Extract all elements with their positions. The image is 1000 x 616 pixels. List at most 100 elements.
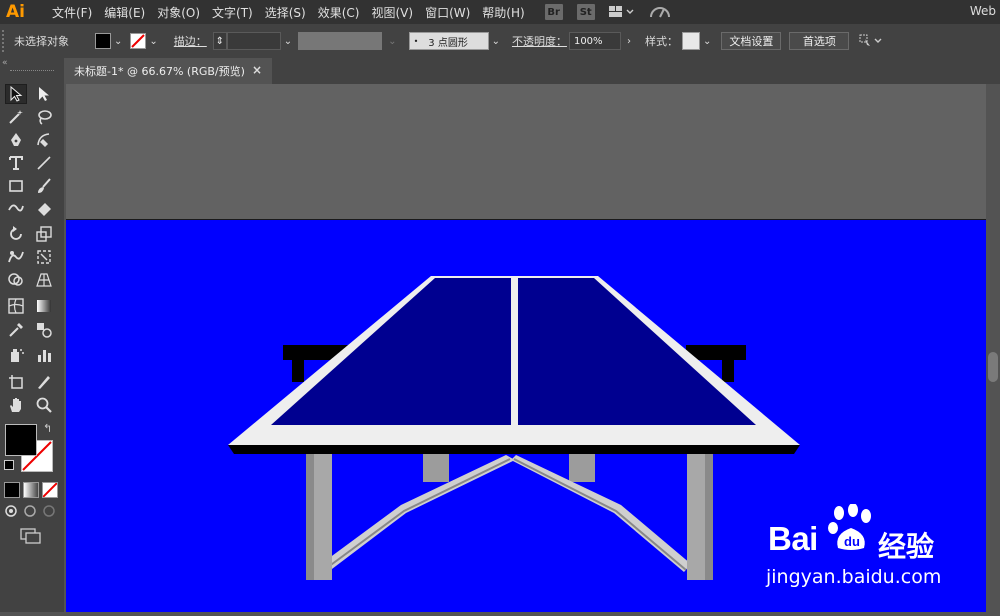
brush-dropdown-icon[interactable]: ⌄ <box>492 36 500 47</box>
fill-swatch[interactable] <box>95 33 111 49</box>
default-colors-icon[interactable] <box>4 460 14 470</box>
watermark-url: jingyan.baidu.com <box>766 566 942 588</box>
collapse-panel-icon[interactable]: « <box>2 58 8 68</box>
tools-panel: « ↰ <box>0 58 64 612</box>
close-tab-icon[interactable]: × <box>252 63 262 77</box>
control-bar: 未选择对象 ⌄ ⌄ 描边： ⇕ ⌄ ⌄ • 3 点圆形 ⌄ 不透明度： 100%… <box>0 24 1000 59</box>
fill-color-box[interactable] <box>5 424 37 456</box>
brush-definition-value: 3 点圆形 <box>428 37 468 49</box>
pen-tool-icon[interactable] <box>5 130 27 150</box>
selection-tool-icon[interactable] <box>5 84 27 104</box>
perspective-grid-tool-icon[interactable] <box>33 270 55 290</box>
stroke-label[interactable]: 描边： <box>174 33 207 49</box>
stroke-weight-stepper[interactable]: ⇕ <box>212 32 227 50</box>
free-transform-tool-icon[interactable] <box>33 247 55 267</box>
gradient-mode-icon[interactable] <box>23 482 39 498</box>
slice-tool-icon[interactable] <box>33 372 55 392</box>
panel-grip[interactable] <box>2 30 10 52</box>
swap-fill-stroke-icon[interactable]: ↰ <box>43 422 52 435</box>
rectangle-tool-icon[interactable] <box>5 176 27 196</box>
type-tool-icon[interactable] <box>5 153 27 173</box>
zoom-tool-icon[interactable] <box>33 395 55 415</box>
profile-dropdown-icon[interactable]: ⌄ <box>388 36 396 47</box>
curvature-tool-icon[interactable] <box>33 130 55 150</box>
menu-effect[interactable]: 效果(C) <box>312 4 366 21</box>
stroke-weight-dropdown-icon[interactable]: ⌄ <box>284 36 292 47</box>
gpu-performance-icon[interactable] <box>649 4 671 20</box>
style-label: 样式： <box>644 35 678 48</box>
magic-wand-tool-icon[interactable] <box>5 107 27 127</box>
menu-help[interactable]: 帮助(H) <box>476 4 530 21</box>
stroke-weight-input[interactable] <box>226 32 281 50</box>
menu-window[interactable]: 窗口(W) <box>419 4 476 21</box>
lasso-tool-icon[interactable] <box>33 107 55 127</box>
table-apron <box>228 445 800 454</box>
gradient-tool-icon[interactable] <box>33 296 55 316</box>
draw-normal-icon[interactable] <box>4 504 18 518</box>
vertical-scrollbar[interactable] <box>986 84 1000 612</box>
draw-behind-icon[interactable] <box>23 504 37 518</box>
document-setup-button[interactable]: 文档设置 <box>721 32 782 50</box>
stroke-dropdown-icon[interactable]: ⌄ <box>149 36 157 47</box>
opacity-arrow-icon[interactable]: › <box>627 36 631 47</box>
opacity-input[interactable]: 100% <box>568 32 621 50</box>
stock-button[interactable]: St <box>576 4 595 20</box>
arrange-documents-icon[interactable] <box>608 5 635 19</box>
graphic-style-swatch[interactable] <box>681 32 700 50</box>
eyedropper-tool-icon[interactable] <box>5 320 27 340</box>
hand-tool-icon[interactable] <box>5 395 27 415</box>
artboard-tool-icon[interactable] <box>5 372 27 392</box>
opacity-label[interactable]: 不透明度： <box>512 33 567 49</box>
baidu-watermark: Bai du 经验 jingyan.baidu.com <box>762 500 982 600</box>
workspace-switcher[interactable]: Web <box>970 4 996 18</box>
menu-bar: Ai 文件(F) 编辑(E) 对象(O) 文字(T) 选择(S) 效果(C) 视… <box>0 0 1000 24</box>
fill-dropdown-icon[interactable]: ⌄ <box>114 36 122 47</box>
back-right-leg <box>569 454 595 482</box>
tools-grip[interactable] <box>10 70 54 73</box>
direct-selection-tool-icon[interactable] <box>33 84 55 104</box>
style-dropdown-icon[interactable]: ⌄ <box>703 36 711 47</box>
back-left-leg <box>423 454 449 482</box>
variable-width-profile[interactable] <box>298 32 383 50</box>
shape-builder-tool-icon[interactable] <box>5 270 27 290</box>
rotate-tool-icon[interactable] <box>5 224 27 244</box>
document-tab-bar: 未标题-1* @ 66.67% (RGB/预览) × <box>66 58 1000 84</box>
menu-type[interactable]: 文字(T) <box>206 4 259 21</box>
column-graph-tool-icon[interactable] <box>33 345 55 365</box>
blend-tool-icon[interactable] <box>33 320 55 340</box>
screen-mode-icon[interactable] <box>20 528 42 544</box>
warp-tool-icon[interactable] <box>5 247 27 267</box>
line-segment-tool-icon[interactable] <box>33 153 55 173</box>
left-brace <box>321 455 515 572</box>
stroke-swatch[interactable] <box>130 33 147 49</box>
menu-select[interactable]: 选择(S) <box>259 4 312 21</box>
mesh-tool-icon[interactable] <box>5 296 27 316</box>
symbol-sprayer-tool-icon[interactable] <box>5 345 27 365</box>
menu-object[interactable]: 对象(O) <box>151 4 206 21</box>
scroll-thumb[interactable] <box>988 352 998 382</box>
baidu-paw-icon: du <box>828 504 871 550</box>
preferences-button[interactable]: 首选项 <box>789 32 850 50</box>
shaper-tool-icon[interactable] <box>5 199 27 219</box>
bridge-button[interactable]: Br <box>544 4 563 20</box>
app-logo: Ai <box>6 2 25 22</box>
menu-edit[interactable]: 编辑(E) <box>98 4 151 21</box>
paintbrush-tool-icon[interactable] <box>33 176 55 196</box>
brush-dot-icon: • <box>413 36 419 46</box>
none-mode-icon[interactable] <box>42 482 58 498</box>
eraser-tool-icon[interactable] <box>33 199 55 219</box>
right-brace <box>511 455 691 572</box>
arrange-icon[interactable] <box>859 33 883 49</box>
watermark-brand-suffix: 经验 <box>878 530 935 563</box>
scale-tool-icon[interactable] <box>33 224 55 244</box>
document-tab[interactable]: 未标题-1* @ 66.67% (RGB/预览) × <box>66 58 272 84</box>
selection-status: 未选择对象 <box>14 35 69 48</box>
menu-view[interactable]: 视图(V) <box>365 4 419 21</box>
draw-inside-icon[interactable] <box>42 504 56 518</box>
svg-text:du: du <box>844 534 860 549</box>
brush-definition-field[interactable]: • 3 点圆形 <box>408 32 489 50</box>
menu-file[interactable]: 文件(F) <box>46 4 98 21</box>
document-tab-title: 未标题-1* @ 66.67% (RGB/预览) <box>74 65 245 78</box>
color-mode-icon[interactable] <box>4 482 20 498</box>
watermark-brand: Bai <box>768 520 818 557</box>
